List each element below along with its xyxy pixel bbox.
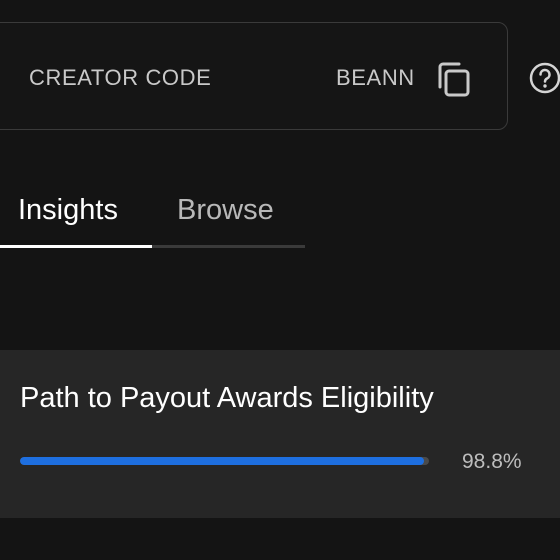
tab-browse[interactable]: Browse xyxy=(177,194,274,227)
progress-bar xyxy=(20,457,429,465)
copy-icon xyxy=(438,62,470,97)
creator-code-card: CREATOR CODE BEANN xyxy=(0,22,508,130)
tab-insights[interactable]: Insights xyxy=(18,194,118,227)
creator-code-label: CREATOR CODE xyxy=(29,65,212,90)
page: CREATOR CODE BEANN Insights Browse Path … xyxy=(0,0,560,560)
progress-bar-fill xyxy=(20,457,425,465)
help-icon xyxy=(529,62,560,94)
creator-code-value: BEANN xyxy=(336,65,415,90)
progress-percent: 98.8% xyxy=(462,450,522,473)
copy-button[interactable] xyxy=(436,61,474,99)
payout-eligibility-title: Path to Payout Awards Eligibility xyxy=(20,382,434,414)
active-tab-indicator xyxy=(0,245,152,248)
tab-bar: Insights Browse xyxy=(0,190,305,250)
help-button[interactable] xyxy=(528,61,560,95)
payout-eligibility-card[interactable]: Path to Payout Awards Eligibility 98.8% xyxy=(0,350,560,518)
